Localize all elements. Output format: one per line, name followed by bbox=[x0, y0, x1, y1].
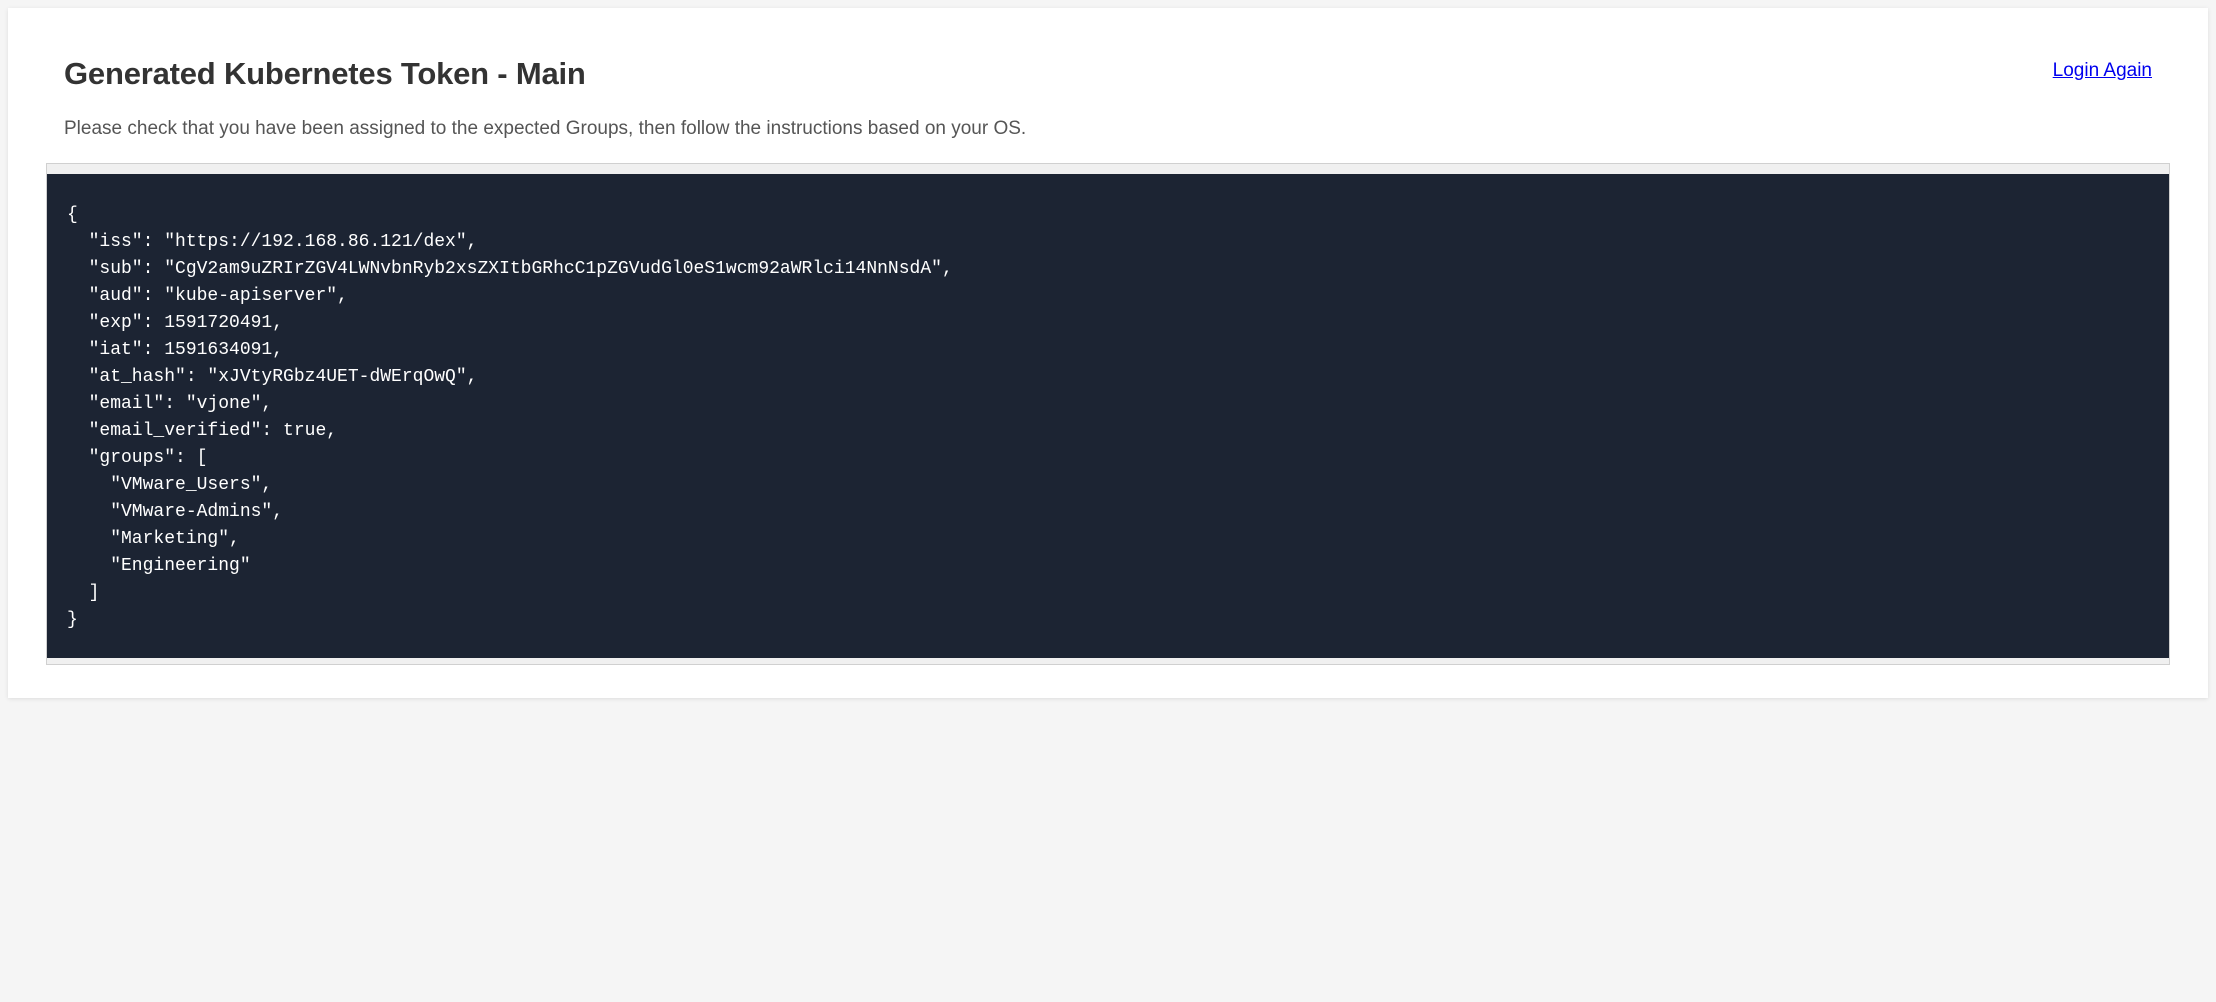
description-row: Please check that you have been assigned… bbox=[8, 116, 2208, 163]
code-container: { "iss": "https://192.168.86.121/dex", "… bbox=[46, 163, 2170, 665]
description-text: Please check that you have been assigned… bbox=[64, 116, 2152, 143]
header-section: Generated Kubernetes Token - Main Login … bbox=[8, 8, 2208, 116]
login-again-link[interactable]: Login Again bbox=[2053, 60, 2152, 82]
page-title: Generated Kubernetes Token - Main bbox=[64, 56, 586, 92]
page-wrapper: Generated Kubernetes Token - Main Login … bbox=[8, 8, 2208, 698]
token-json-block[interactable]: { "iss": "https://192.168.86.121/dex", "… bbox=[47, 174, 2169, 658]
